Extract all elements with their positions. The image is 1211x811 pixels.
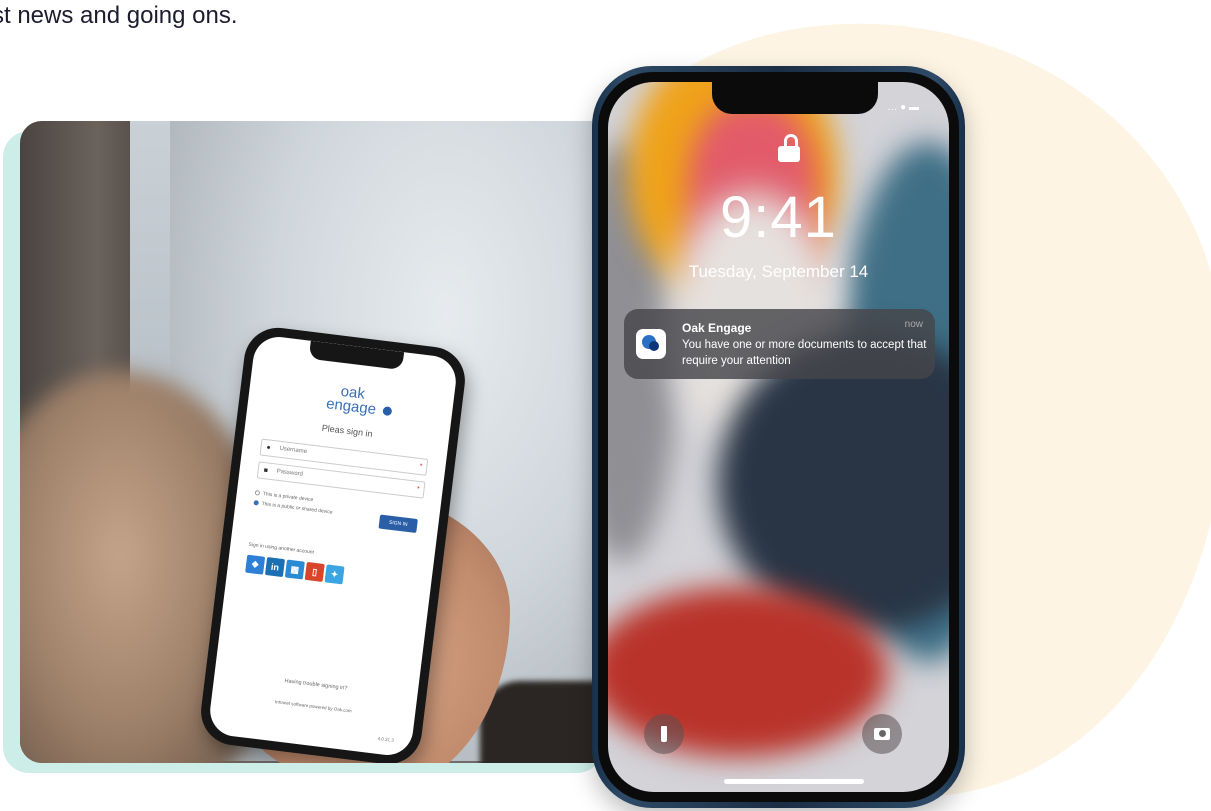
camera-lens [879, 730, 886, 737]
radio-shared-label: This is a public or shared device [261, 501, 333, 516]
lock-icon: ■ [263, 467, 269, 475]
flashlight-button[interactable] [644, 714, 684, 754]
twitter-icon[interactable]: ✦ [324, 564, 345, 585]
camera-button[interactable] [862, 714, 902, 754]
notification-app-name: Oak Engage [682, 321, 752, 335]
username-placeholder: Username [279, 445, 308, 456]
signin-button[interactable]: SIGN IN [378, 514, 418, 534]
notification-time: now [904, 319, 923, 330]
status-icons: … ● ▬ [887, 102, 919, 113]
office-icon[interactable]: ▯ [304, 561, 325, 582]
linkedin-icon[interactable]: in [264, 557, 286, 578]
unlocked-padlock-icon [778, 134, 800, 164]
oak-engage-logo: oak engage [306, 381, 399, 420]
iphone-notch [712, 82, 878, 114]
notification-banner[interactable]: Oak Engage now You have one or more docu… [624, 309, 935, 379]
app-icon-circle [649, 341, 659, 351]
intro-text: st news and going ons. [0, 2, 238, 29]
lock-clock: 9:41 [720, 185, 837, 250]
lock-screen: … ● ▬ 9:41 Tuesday, September 14 Oak Eng… [608, 82, 949, 792]
social-signin-row: ❖ in ▦ ▯ ✦ [245, 554, 345, 585]
oak-app-icon [636, 329, 666, 359]
user-icon: ● [266, 444, 272, 452]
lock-date: Tuesday, September 14 [688, 262, 869, 281]
alt-signin-label: Sign in using another account [248, 541, 315, 556]
radio-on-icon [253, 500, 259, 506]
notification-message: You have one or more documents to accept… [682, 339, 927, 367]
windows-icon[interactable]: ▦ [284, 559, 305, 580]
flashlight-icon [661, 726, 667, 742]
dropbox-icon[interactable]: ❖ [245, 554, 266, 575]
phone-notch [308, 340, 405, 371]
radio-off-icon [254, 490, 261, 496]
home-indicator[interactable] [724, 779, 864, 784]
password-placeholder: Password [276, 468, 304, 478]
required-mark: * [416, 485, 420, 494]
required-mark: * [419, 462, 423, 471]
version-text: 4.0.31.3 [377, 735, 395, 743]
photo-hand-holding-phone: oak engage Pleas sign in ● Username * ■ … [20, 121, 620, 763]
iphone-frame: … ● ▬ 9:41 Tuesday, September 14 Oak Eng… [592, 66, 965, 808]
padlock-body [778, 146, 800, 162]
radio-shared-device[interactable]: This is a public or shared device [253, 500, 333, 516]
login-screen: oak engage Pleas sign in ● Username * ■ … [207, 334, 459, 758]
